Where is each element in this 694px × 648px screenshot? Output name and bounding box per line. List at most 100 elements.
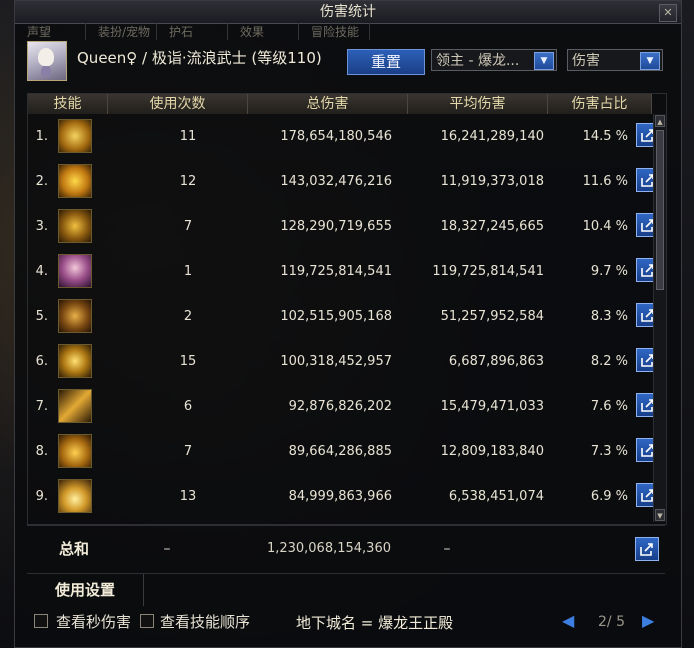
row-index: 4. (35, 264, 48, 279)
flame-swirl-icon (58, 164, 92, 198)
table-scrollbar[interactable]: ▲ ▼ (653, 114, 666, 522)
prev-page-icon[interactable]: ◀ (562, 612, 578, 630)
column-header-percent[interactable]: 伤害占比 (548, 94, 652, 114)
explosion-burst-icon (58, 479, 92, 513)
spiral-blade-icon (58, 299, 92, 333)
total-damage-cell: 178,654,180,546 (280, 129, 392, 144)
average-damage-cell: 12,809,183,840 (440, 444, 544, 459)
table-row[interactable]: 9. 13 84,999,863,966 6,538,451,074 6.9 % (28, 474, 660, 519)
character-name: Queen♀ / 极诣·流浪武士 (等级110) (77, 49, 322, 67)
table-row[interactable]: 4. 1 119,725,814,541 119,725,814,541 9.7… (28, 249, 660, 294)
damage-percent-cell: 7.6 % (590, 399, 628, 414)
column-header-skill[interactable]: 技能 (28, 94, 108, 114)
average-damage-cell: 18,327,245,665 (440, 219, 544, 234)
row-index: 3. (35, 219, 48, 234)
bg-tab: 声望 (27, 23, 86, 40)
table-header: 技能 使用次数 总伤害 平均伤害 伤害占比 (28, 94, 652, 114)
damage-percent-cell: 10.4 % (582, 219, 628, 234)
column-header-total[interactable]: 总伤害 (248, 94, 408, 114)
total-average: – (443, 541, 451, 557)
metric-select[interactable]: 伤害 ▼ (567, 49, 663, 71)
uses-cell: 11 (179, 129, 197, 144)
samurai-portrait-icon (58, 254, 92, 288)
total-damage-cell: 128,290,719,655 (280, 219, 392, 234)
chevron-down-icon[interactable]: ▼ (534, 52, 554, 70)
total-damage-cell: 143,032,476,216 (280, 174, 392, 189)
row-index: 5. (35, 309, 48, 324)
average-damage-cell: 11,919,373,018 (440, 174, 544, 189)
total-damage-cell: 84,999,863,966 (288, 489, 392, 504)
uses-cell: 7 (183, 219, 193, 234)
uses-cell: 13 (179, 489, 197, 504)
bg-tab: 护石 (169, 23, 228, 40)
table-row[interactable]: 3. 7 128,290,719,655 18,327,245,665 10.4… (28, 204, 660, 249)
total-row: 总和 – 1,230,068,154,360 – (27, 525, 665, 572)
bg-tab: 冒险技能 (311, 23, 370, 40)
show-dps-checkbox[interactable] (34, 614, 48, 628)
total-damage: 1,230,068,154,360 (266, 541, 391, 556)
scroll-thumb[interactable] (656, 130, 664, 290)
header-row: Queen♀ / 极诣·流浪武士 (等级110) 重置 领主 - 爆龙... ▼… (15, 41, 681, 93)
pager-text: 2/ 5 (598, 614, 625, 630)
uses-cell: 12 (179, 174, 197, 189)
total-damage-cell: 92,876,826,202 (288, 399, 392, 414)
total-label: 总和 (59, 540, 90, 558)
settings-bar: 使用设置 (27, 573, 665, 606)
column-header-average[interactable]: 平均伤害 (408, 94, 548, 114)
total-damage-cell: 119,725,814,541 (280, 264, 392, 279)
uses-cell: 1 (183, 264, 193, 279)
damage-percent-cell: 8.3 % (590, 309, 628, 324)
crescent-slash-icon (58, 119, 92, 153)
damage-stats-window: 伤害统计 ✕ 声望 装扮/宠物 护石 效果 冒险技能 Queen♀ / 极诣·流浪武士 … (14, 0, 682, 648)
reset-button[interactable]: 重置 (347, 49, 425, 75)
column-header-uses[interactable]: 使用次数 (108, 94, 248, 114)
table-row[interactable]: 6. 15 100,318,452,957 6,687,896,863 8.2 … (28, 339, 660, 384)
row-index: 2. (35, 174, 48, 189)
table-row[interactable]: 2. 12 143,032,476,216 11,919,373,018 11.… (28, 159, 660, 204)
damage-percent-cell: 6.9 % (590, 489, 628, 504)
target-select[interactable]: 领主 - 爆龙... ▼ (431, 49, 557, 71)
uses-cell: 7 (183, 444, 193, 459)
damage-percent-cell: 7.3 % (590, 444, 628, 459)
next-page-icon[interactable]: ▶ (642, 612, 658, 630)
show-skill-order-label: 查看技能顺序 (160, 613, 251, 631)
damage-percent-cell: 11.6 % (582, 174, 628, 189)
scroll-up-icon[interactable]: ▲ (655, 115, 665, 127)
table-row[interactable]: 1. 11 178,654,180,546 16,241,289,140 14.… (28, 114, 660, 159)
bg-tab: 装扮/宠物 (98, 23, 157, 40)
target-select-value: 领主 - 爆龙... (436, 53, 520, 69)
row-index: 6. (35, 354, 48, 369)
average-damage-cell: 6,538,451,074 (448, 489, 544, 504)
total-damage-cell: 89,664,286,885 (288, 444, 392, 459)
average-damage-cell: 119,725,814,541 (432, 264, 544, 279)
chevron-down-icon[interactable]: ▼ (640, 52, 660, 70)
lightning-strike-icon (58, 389, 92, 423)
table-row[interactable]: 7. 6 92,876,826,202 15,479,471,033 7.6 % (28, 384, 660, 429)
total-damage-cell: 100,318,452,957 (280, 354, 392, 369)
average-damage-cell: 51,257,952,584 (440, 309, 544, 324)
average-damage-cell: 15,479,471,033 (440, 399, 544, 414)
row-index: 9. (35, 489, 48, 504)
damage-percent-cell: 8.2 % (590, 354, 628, 369)
share-icon[interactable] (635, 537, 659, 561)
show-skill-order-checkbox[interactable] (140, 614, 154, 628)
table-row[interactable]: 5. 2 102,515,905,168 51,257,952,584 8.3 … (28, 294, 660, 339)
dungeon-name: 地下城名 = 爆龙王正殿 (296, 614, 454, 632)
uses-cell: 6 (183, 399, 193, 414)
background-tabs: 声望 装扮/宠物 护石 效果 冒险技能 (15, 23, 681, 41)
uses-cell: 15 (179, 354, 197, 369)
close-button[interactable]: ✕ (659, 4, 677, 22)
metric-select-value: 伤害 (572, 53, 600, 69)
uses-cell: 2 (183, 309, 193, 324)
row-index: 8. (35, 444, 48, 459)
sword-burst-icon (58, 209, 92, 243)
golden-palm-icon (58, 434, 92, 468)
footer: 查看秒伤害 查看技能顺序 地下城名 = 爆龙王正殿 ◀ 2/ 5 ▶ (0, 608, 694, 646)
scroll-down-icon[interactable]: ▼ (655, 509, 665, 521)
total-uses: – (163, 541, 171, 557)
settings-tab[interactable]: 使用设置 (27, 574, 144, 606)
window-titlebar[interactable]: 伤害统计 ✕ (15, 1, 681, 24)
star-flower-icon (58, 344, 92, 378)
show-dps-label: 查看秒伤害 (56, 613, 132, 631)
table-row[interactable]: 8. 7 89,664,286,885 12,809,183,840 7.3 % (28, 429, 660, 474)
